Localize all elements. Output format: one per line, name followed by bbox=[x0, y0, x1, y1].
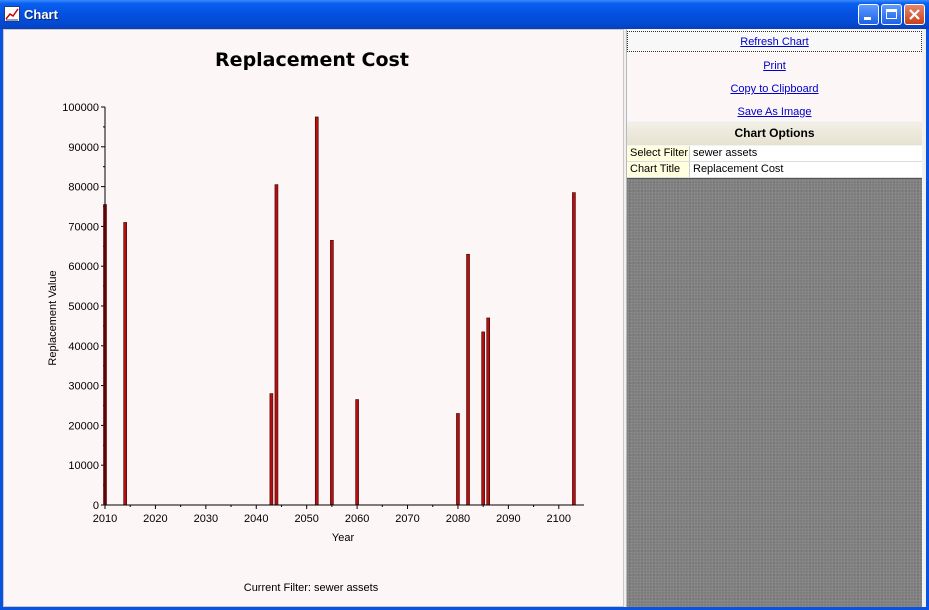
x-tick-label: 2090 bbox=[496, 513, 520, 525]
chart-window: Chart Replacement Cost Replacement Value… bbox=[0, 0, 929, 610]
bar[interactable] bbox=[123, 222, 127, 506]
y-axis-ticks: 0 10000 20000 30000 40000 50000 60000 70000 8000… bbox=[62, 102, 105, 512]
close-icon bbox=[909, 9, 920, 20]
bar[interactable] bbox=[572, 192, 576, 506]
refresh-chart-link[interactable]: Refresh Chart bbox=[627, 31, 922, 52]
bar[interactable] bbox=[481, 331, 485, 506]
bar[interactable] bbox=[314, 116, 319, 506]
current-filter-label: Current Filter: sewer assets bbox=[244, 582, 379, 594]
y-tick-label: 30000 bbox=[68, 381, 99, 393]
chart-title: Replacement Cost bbox=[215, 49, 409, 71]
y-tick-label: 80000 bbox=[68, 182, 99, 194]
y-tick-label: 10000 bbox=[68, 460, 99, 472]
print-link[interactable]: Print bbox=[627, 60, 922, 72]
bar[interactable] bbox=[355, 399, 359, 506]
x-axis-label: Year bbox=[332, 532, 355, 544]
x-tick-label: 2030 bbox=[194, 513, 218, 525]
close-button[interactable] bbox=[904, 4, 925, 25]
x-tick-label: 2050 bbox=[294, 513, 318, 525]
y-tick-label: 70000 bbox=[68, 221, 99, 233]
property-name: Select Filter bbox=[627, 146, 690, 161]
x-tick-label: 2020 bbox=[143, 513, 167, 525]
minimize-icon bbox=[864, 17, 871, 20]
chart-app-icon bbox=[4, 6, 20, 22]
y-tick-label: 50000 bbox=[68, 301, 99, 313]
property-row-chart-title[interactable]: Chart Title Replacement Cost bbox=[627, 162, 922, 178]
y-tick-label: 40000 bbox=[68, 341, 99, 353]
save-as-image-link[interactable]: Save As Image bbox=[627, 106, 922, 118]
bar[interactable] bbox=[486, 317, 491, 506]
bar[interactable] bbox=[274, 184, 279, 506]
y-tick-label: 100000 bbox=[62, 102, 99, 114]
minimize-button[interactable] bbox=[858, 4, 879, 25]
bar[interactable] bbox=[330, 240, 334, 506]
y-tick-label: 90000 bbox=[68, 142, 99, 154]
y-tick-label: 0 bbox=[93, 500, 99, 512]
x-tick-label: 2010 bbox=[93, 513, 117, 525]
bar[interactable] bbox=[466, 253, 470, 506]
property-value[interactable]: Replacement Cost bbox=[693, 162, 784, 177]
window-title: Chart bbox=[24, 7, 58, 22]
maximize-icon bbox=[886, 9, 897, 19]
maximize-button[interactable] bbox=[881, 4, 902, 25]
property-value[interactable]: sewer assets bbox=[693, 146, 757, 161]
x-tick-label: 2060 bbox=[345, 513, 369, 525]
x-tick-label: 2100 bbox=[547, 513, 571, 525]
x-tick-label: 2070 bbox=[395, 513, 419, 525]
y-tick-label: 60000 bbox=[68, 261, 99, 273]
y-tick-label: 20000 bbox=[68, 420, 99, 432]
x-tick-label: 2080 bbox=[446, 513, 470, 525]
client-area: Replacement Cost Replacement Value Year … bbox=[3, 29, 926, 607]
bar[interactable] bbox=[269, 393, 274, 506]
bar-chart: Replacement Cost Replacement Value Year … bbox=[47, 49, 584, 594]
title-bar[interactable]: Chart bbox=[0, 0, 929, 29]
property-row-select-filter[interactable]: Select Filter sewer assets bbox=[627, 146, 922, 162]
property-name: Chart Title bbox=[627, 162, 690, 177]
chart-panel: Replacement Cost Replacement Value Year … bbox=[3, 29, 624, 607]
empty-grid-area bbox=[627, 178, 922, 607]
side-panel: Refresh Chart Print Copy to Clipboard Sa… bbox=[626, 29, 923, 607]
bars bbox=[103, 116, 576, 506]
y-axis-label: Replacement Value bbox=[47, 270, 59, 365]
chart-options-header: Chart Options bbox=[627, 122, 922, 145]
x-tick-label: 2040 bbox=[244, 513, 268, 525]
bar[interactable] bbox=[456, 413, 460, 506]
copy-to-clipboard-link[interactable]: Copy to Clipboard bbox=[627, 83, 922, 95]
x-axis-ticks: 2010 2020 2030 2040 2050 2060 2070 2080 2090 2100 bbox=[93, 505, 571, 525]
